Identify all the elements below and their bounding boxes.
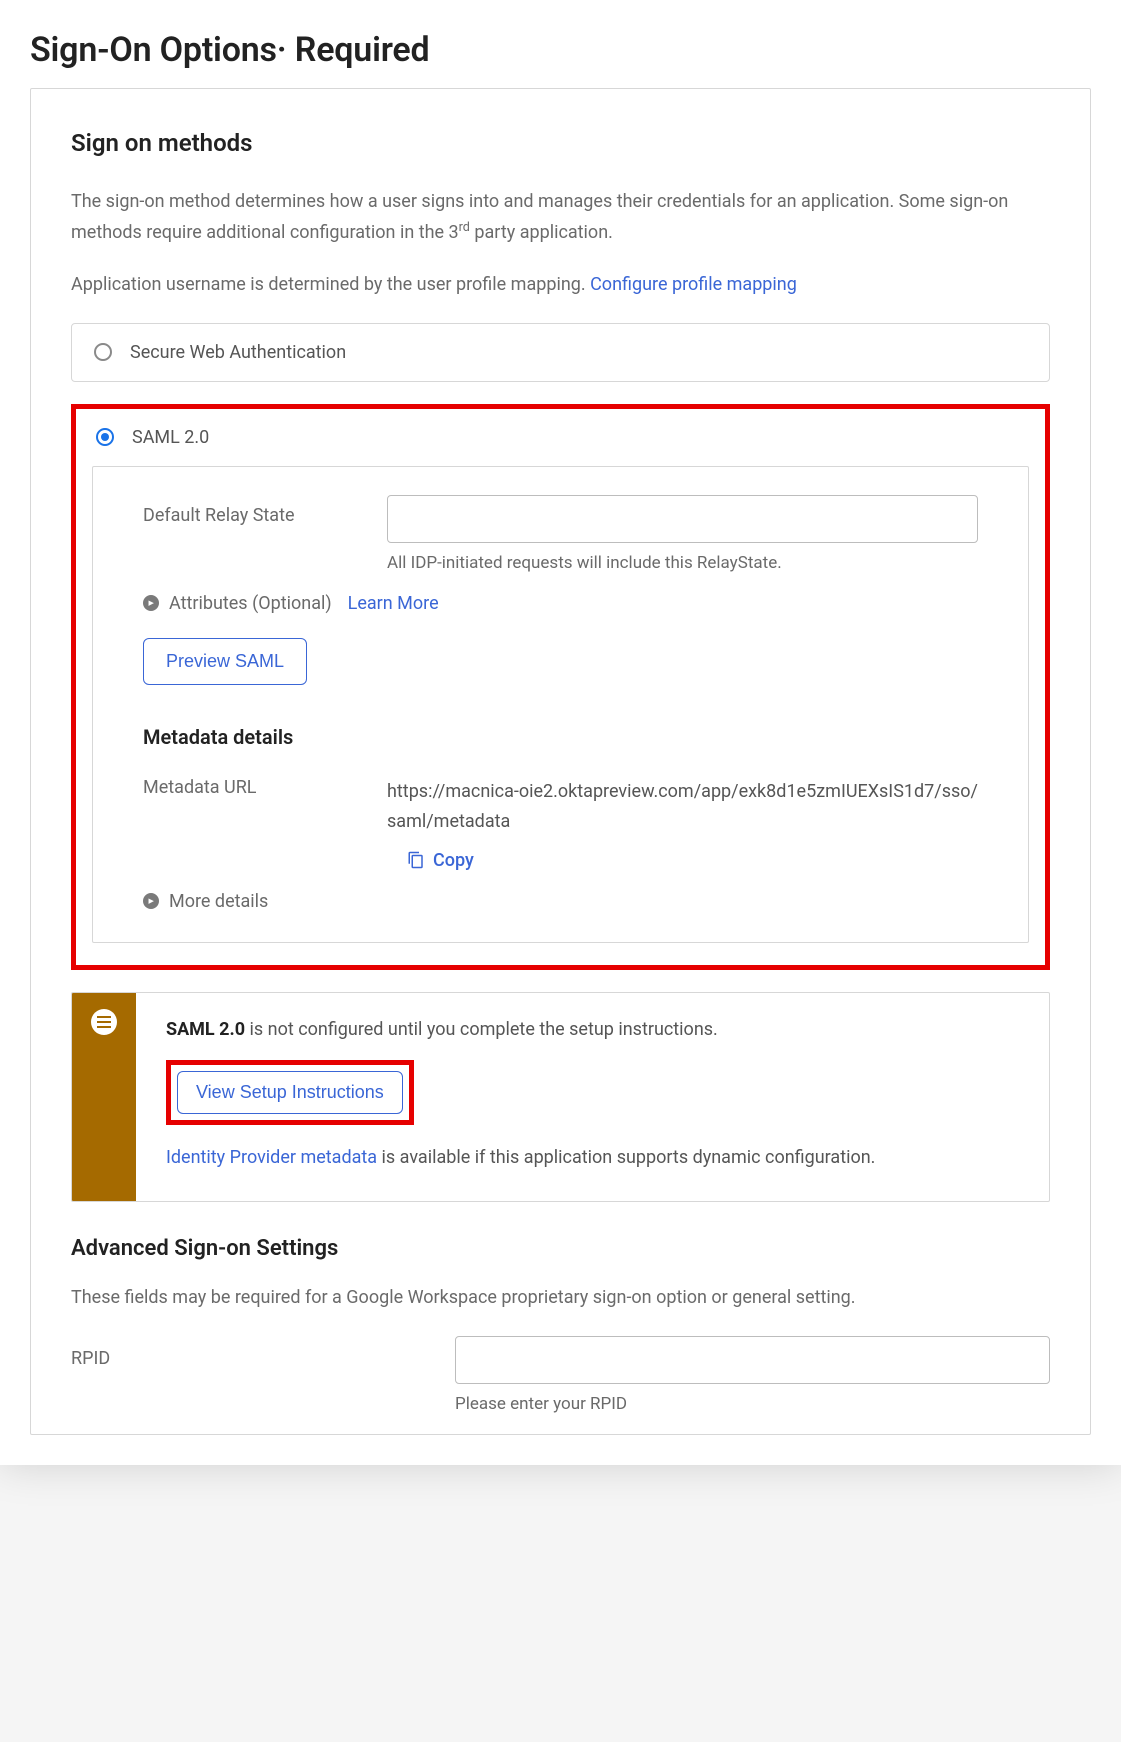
notice-line-2: Identity Provider metadata is available …	[166, 1143, 1019, 1174]
clipboard-icon	[407, 851, 425, 869]
radio-option-swa[interactable]: Secure Web Authentication	[71, 323, 1050, 382]
radio-label-saml: SAML 2.0	[132, 427, 209, 448]
radio-icon	[94, 343, 112, 361]
chevron-right-icon	[143, 893, 159, 909]
saml-setup-notice: SAML 2.0 is not configured until you com…	[71, 992, 1050, 1202]
relay-state-input[interactable]	[387, 495, 978, 543]
relay-state-help: All IDP-initiated requests will include …	[387, 553, 978, 573]
relay-state-label: Default Relay State	[143, 495, 363, 526]
view-setup-instructions-button[interactable]: View Setup Instructions	[177, 1071, 403, 1114]
configure-profile-mapping-link[interactable]: Configure profile mapping	[590, 274, 797, 295]
preview-saml-button[interactable]: Preview SAML	[143, 638, 307, 685]
page-title: Sign-On Options· Required	[30, 30, 1091, 70]
saml-settings-panel: Default Relay State All IDP-initiated re…	[92, 466, 1029, 943]
notice-body: SAML 2.0 is not configured until you com…	[136, 993, 1049, 1201]
more-details-label: More details	[169, 891, 268, 912]
metadata-url-row: Metadata URL https://macnica-oie2.oktapr…	[143, 777, 978, 871]
radio-icon	[96, 428, 114, 446]
rpid-help: Please enter your RPID	[455, 1394, 1050, 1414]
radio-option-saml[interactable]: SAML 2.0	[92, 423, 1029, 466]
list-icon	[91, 1009, 117, 1035]
attributes-label: Attributes (Optional)	[169, 593, 332, 614]
metadata-url-label: Metadata URL	[143, 777, 363, 798]
more-details-toggle[interactable]: More details	[143, 891, 978, 912]
metadata-heading: Metadata details	[143, 725, 978, 749]
copy-label: Copy	[433, 850, 474, 871]
intro-sup: rd	[459, 220, 470, 235]
relay-state-row: Default Relay State All IDP-initiated re…	[143, 495, 978, 573]
copy-metadata-button[interactable]: Copy	[387, 850, 978, 871]
idp-metadata-rest: is available if this application support…	[377, 1147, 875, 1168]
sign-on-description: The sign-on method determines how a user…	[71, 187, 1050, 248]
sign-on-methods-heading: Sign on methods	[71, 129, 1050, 157]
advanced-settings-heading: Advanced Sign-on Settings	[71, 1236, 1050, 1261]
attributes-learn-more-link[interactable]: Learn More	[348, 593, 439, 614]
rpid-row: RPID Please enter your RPID	[71, 1336, 1050, 1414]
notice-accent-bar	[72, 993, 136, 1201]
username-note: Application username is determined by th…	[71, 274, 590, 295]
advanced-description: These fields may be required for a Googl…	[71, 1283, 1050, 1314]
intro-post: party application.	[470, 222, 613, 243]
chevron-right-icon	[143, 595, 159, 611]
notice-line-1: SAML 2.0 is not configured until you com…	[166, 1015, 1019, 1046]
page-wrap: Sign-On Options· Required Sign on method…	[0, 0, 1121, 1465]
radio-label-swa: Secure Web Authentication	[130, 342, 346, 363]
idp-metadata-link[interactable]: Identity Provider metadata	[166, 1147, 377, 1168]
metadata-url-value: https://macnica-oie2.oktapreview.com/app…	[387, 777, 978, 838]
rpid-label: RPID	[71, 1336, 431, 1369]
profile-mapping-note: Application username is determined by th…	[71, 270, 1050, 301]
attributes-row[interactable]: Attributes (Optional) Learn More	[143, 593, 978, 614]
saml-highlight-box: SAML 2.0 Default Relay State All IDP-ini…	[71, 404, 1050, 970]
rpid-input[interactable]	[455, 1336, 1050, 1384]
sign-on-card: Sign on methods The sign-on method deter…	[30, 88, 1091, 1435]
setup-button-highlight: View Setup Instructions	[166, 1060, 414, 1125]
notice-strong: SAML 2.0	[166, 1019, 245, 1040]
notice-rest: is not configured until you complete the…	[245, 1019, 718, 1040]
